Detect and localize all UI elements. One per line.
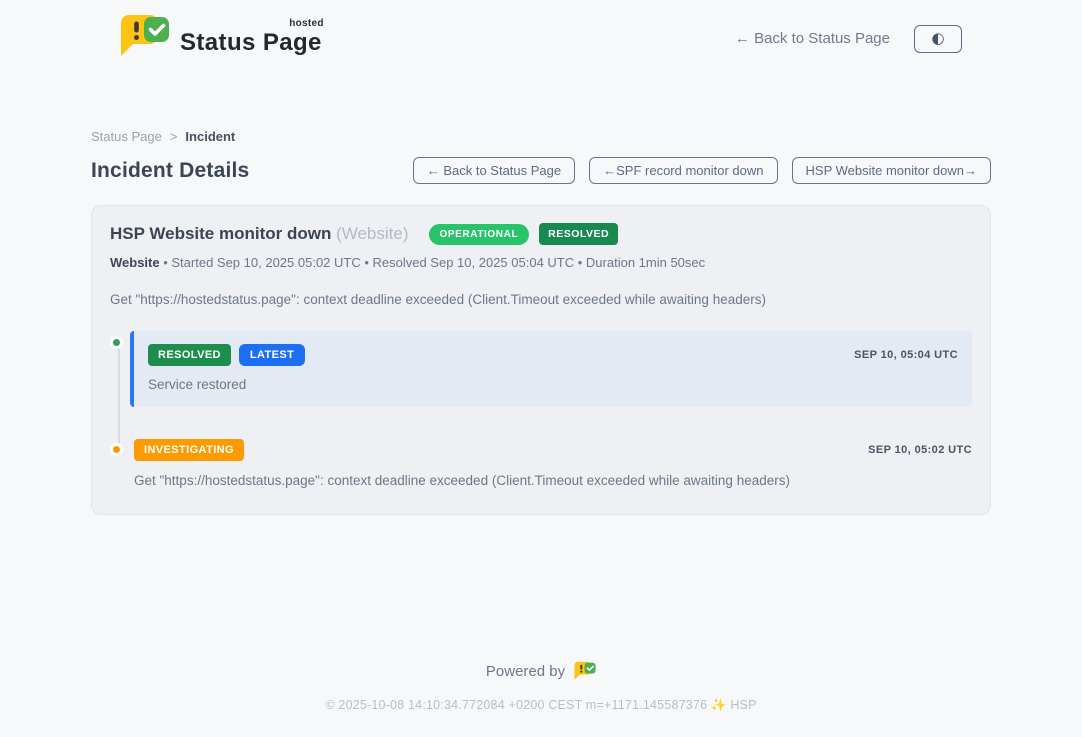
breadcrumb: Status Page > Incident [91,129,991,144]
timeline-message: Get "https://hostedstatus.page": context… [134,473,972,488]
statuspage-logo[interactable]: Status Page hosted [120,14,324,63]
brand-name: Status Page [180,29,322,56]
breadcrumb-separator: > [170,129,178,144]
timeline-dot-orange [110,443,123,456]
footer: Powered by © 2025-10-08 14:10:34.772084 … [0,661,1082,737]
timeline-update-plain: INVESTIGATING SEP 10, 05:02 UTC Get "htt… [134,438,972,488]
half-circle-icon: ◐ [931,31,944,46]
latest-badge: LATEST [239,344,305,366]
back-to-status-page-button[interactable]: ← Back to Status Page [413,157,575,184]
top-bar-inner: Status Page hosted ← Back to Status Page… [120,14,962,63]
statuspage-mini-logo-icon[interactable] [574,661,596,681]
operational-status-pill: OPERATIONAL [429,224,530,245]
header-back-link[interactable]: ← Back to Status Page [735,30,890,47]
prev-incident-button[interactable]: ←SPF record monitor down [589,157,777,184]
timeline-update-header: RESOLVED LATEST SEP 10, 05:04 UTC [148,344,958,366]
resolved-state-badge: RESOLVED [539,223,618,245]
timeline-update-header: INVESTIGATING SEP 10, 05:02 UTC [134,439,972,461]
page-title: Incident Details [91,159,249,183]
next-incident-button[interactable]: HSP Website monitor down→ [792,157,991,184]
top-bar: Status Page hosted ← Back to Status Page… [0,0,1082,63]
timeline-message: Service restored [148,377,958,392]
copyright-text: © 2025-10-08 14:10:34.772084 +0200 CEST … [0,698,1082,713]
statuspage-logo-icon [120,14,170,63]
breadcrumb-incident: Incident [185,129,235,144]
incident-nav-buttons: ← Back to Status Page ←SPF record monito… [413,157,991,184]
incident-title: HSP Website monitor down (Website) [110,224,409,244]
incident-card: HSP Website monitor down (Website) OPERA… [91,205,991,515]
powered-by-label: Powered by [486,663,565,680]
timeline-item-resolved: RESOLVED LATEST SEP 10, 05:04 UTC Servic… [110,331,972,407]
incident-timeline: RESOLVED LATEST SEP 10, 05:04 UTC Servic… [110,331,972,488]
incident-meta-component: Website [110,255,160,270]
incident-meta-details: • Started Sep 10, 2025 05:02 UTC • Resol… [160,255,706,270]
brand-superscript: hosted [289,18,324,29]
incident-description: Get "https://hostedstatus.page": context… [110,292,972,307]
title-row: Incident Details ← Back to Status Page ←… [91,157,991,184]
powered-by: Powered by [0,661,1082,681]
incident-title-text: HSP Website monitor down [110,224,331,243]
incident-component: (Website) [336,224,408,243]
timeline-timestamp: SEP 10, 05:02 UTC [868,444,972,456]
brand-wordmark: Status Page hosted [180,21,324,57]
top-bar-right: ← Back to Status Page ◐ [735,25,962,53]
timeline-timestamp: SEP 10, 05:04 UTC [854,349,958,361]
main-content: Status Page > Incident Incident Details … [91,129,991,515]
resolved-badge: RESOLVED [148,344,231,366]
timeline-dot-green [110,336,123,349]
investigating-badge: INVESTIGATING [134,439,244,461]
timeline-update-box: RESOLVED LATEST SEP 10, 05:04 UTC Servic… [130,331,972,407]
timeline-connector-line [118,349,120,448]
incident-meta: Website • Started Sep 10, 2025 05:02 UTC… [110,255,972,270]
breadcrumb-status-page[interactable]: Status Page [91,129,162,144]
page: Status Page hosted ← Back to Status Page… [0,0,1082,737]
incident-card-header: HSP Website monitor down (Website) OPERA… [110,223,972,245]
timeline-item-investigating: INVESTIGATING SEP 10, 05:02 UTC Get "htt… [110,438,972,488]
theme-toggle-button[interactable]: ◐ [914,25,962,53]
